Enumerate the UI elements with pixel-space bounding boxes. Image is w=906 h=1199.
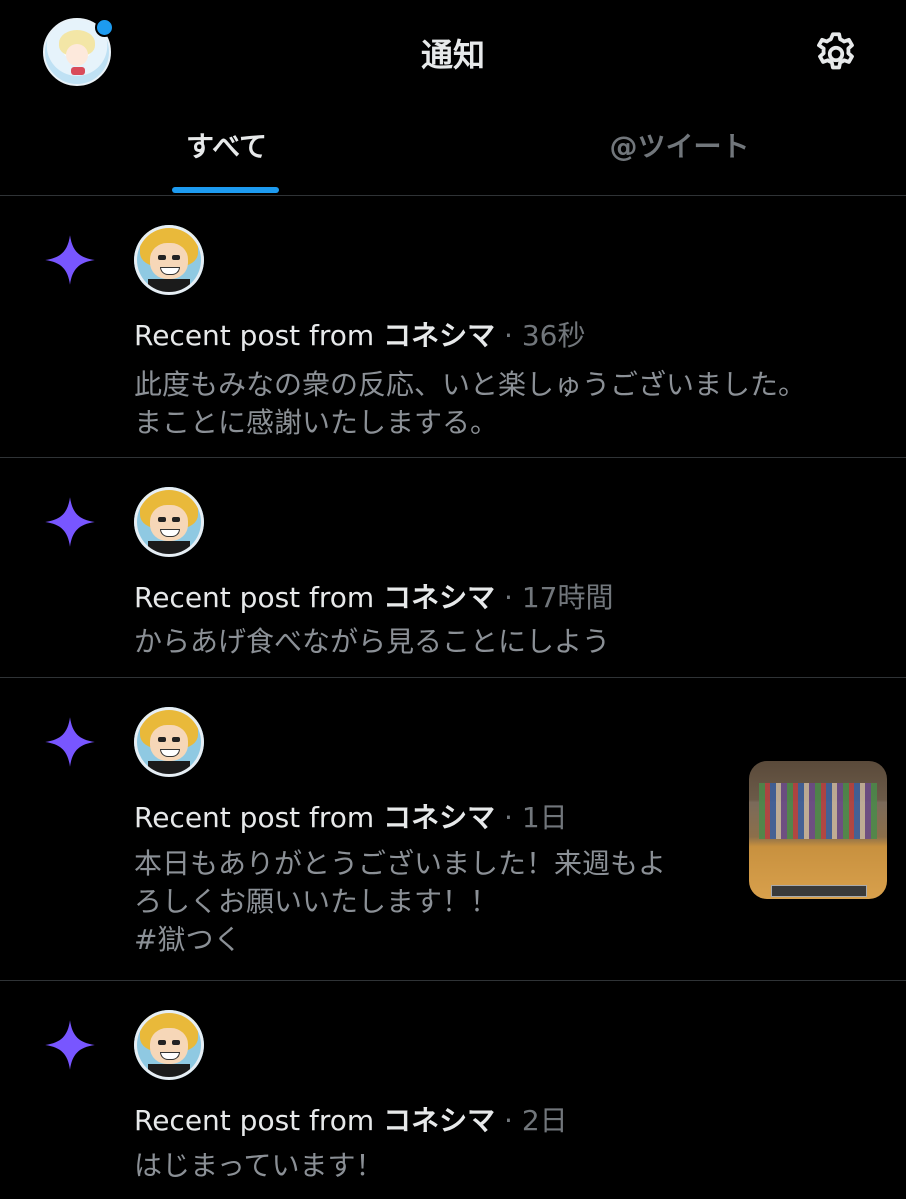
notification-header: Recent post from コネシマ · 36秒	[134, 314, 585, 354]
notification-row[interactable]: Recent post from コネシマ · 2日 はじまっています！	[0, 981, 906, 1199]
gear-icon[interactable]	[811, 29, 861, 79]
tab-bar: すべて @ツイート	[0, 105, 906, 196]
sparkle-icon	[45, 1020, 95, 1070]
separator: ·	[495, 801, 522, 834]
notification-prefix: Recent post from	[134, 581, 384, 614]
post-text: からあげ食べながら見ることにしよう	[134, 623, 610, 661]
separator: ·	[495, 1104, 522, 1137]
author-name[interactable]: コネシマ	[383, 581, 495, 614]
timestamp: 17時間	[521, 581, 614, 614]
post-text-line: まことに感謝いたしまする。	[134, 406, 499, 439]
page-title: 通知	[420, 36, 485, 74]
avatar[interactable]	[134, 225, 204, 295]
media-thumbnail[interactable]	[749, 761, 887, 899]
author-name[interactable]: コネシマ	[383, 319, 495, 352]
avatar[interactable]	[134, 487, 204, 557]
hashtag-link[interactable]: #獄つく	[134, 921, 666, 959]
notification-row[interactable]: Recent post from コネシマ · 17時間 からあげ食べながら見る…	[0, 458, 906, 678]
sparkle-icon	[45, 235, 95, 285]
notification-header: Recent post from コネシマ · 17時間	[134, 576, 613, 616]
separator: ·	[495, 581, 522, 614]
top-bar: 通知	[0, 0, 906, 105]
post-text-line: ろしくお願いいたします！！	[134, 885, 499, 918]
avatar[interactable]	[134, 1010, 204, 1080]
post-text-line: からあげ食べながら見ることにしよう	[134, 625, 611, 658]
notification-prefix: Recent post from	[134, 1104, 384, 1137]
notification-prefix: Recent post from	[134, 801, 384, 834]
post-text-line: 此度もみなの衆の反応、いと楽しゅうございました。	[134, 368, 807, 401]
sparkle-icon	[45, 717, 95, 767]
author-name[interactable]: コネシマ	[383, 1104, 495, 1137]
post-text: 此度もみなの衆の反応、いと楽しゅうございました。 まことに感謝いたしまする。	[134, 366, 806, 442]
timestamp: 1日	[521, 801, 568, 834]
post-text: 本日もありがとうございました！来週もよ ろしくお願いいたします！！ #獄つく	[134, 845, 666, 959]
timestamp: 2日	[521, 1104, 568, 1137]
separator: ·	[495, 319, 522, 352]
timestamp: 36秒	[521, 319, 586, 352]
post-text-line: はじまっています！	[134, 1149, 384, 1182]
post-text: はじまっています！	[134, 1147, 383, 1185]
active-tab-indicator	[172, 187, 279, 193]
post-text-line: 本日もありがとうございました！来週もよ	[134, 847, 667, 880]
notification-prefix: Recent post from	[134, 319, 384, 352]
sparkle-icon	[45, 497, 95, 547]
notification-header: Recent post from コネシマ · 2日	[134, 1099, 568, 1139]
notification-row[interactable]: Recent post from コネシマ · 36秒 此度もみなの衆の反応、い…	[0, 196, 906, 458]
author-name[interactable]: コネシマ	[383, 801, 495, 834]
tab-all[interactable]: すべて	[0, 105, 453, 195]
avatar[interactable]	[134, 707, 204, 777]
notification-header: Recent post from コネシマ · 1日	[134, 796, 568, 836]
tab-mentions[interactable]: @ツイート	[453, 105, 906, 195]
